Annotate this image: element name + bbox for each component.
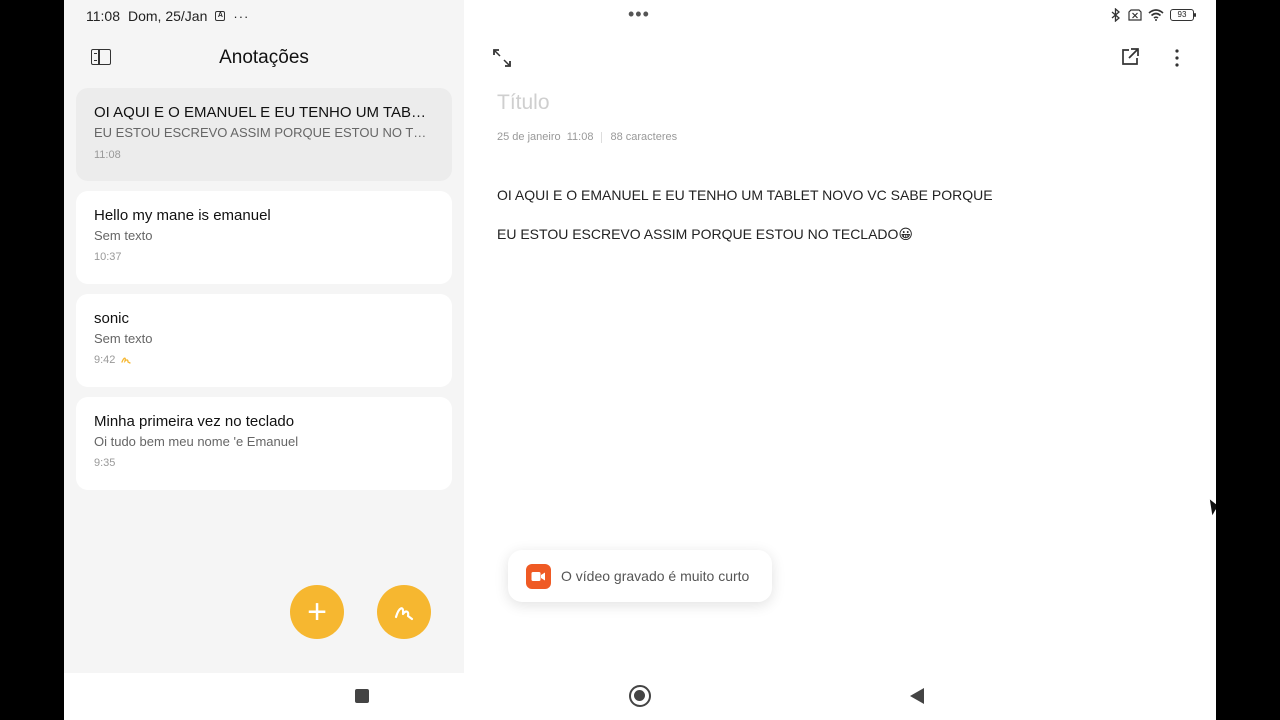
no-sim-icon — [1128, 9, 1142, 21]
note-time-text: 9:42 — [94, 354, 116, 366]
note-title: Hello my mane is emanuel — [94, 207, 271, 224]
more-vertical-icon[interactable] — [1174, 48, 1180, 68]
note-time-text: 11:08 — [566, 131, 594, 143]
note-body-line: EU ESTOU ESCREVO ASSIM PORQUE ESTOU NO T… — [497, 226, 914, 242]
status-bar-right: 93 — [1110, 8, 1196, 22]
note-meta: 25 de janeiro 11:08 88 caracteres — [497, 131, 677, 143]
recents-button[interactable] — [355, 689, 369, 703]
sidebar-header: Anotações — [64, 40, 464, 76]
meta-divider — [601, 131, 603, 143]
toast-message: O vídeo gravado é muito curto — [561, 568, 750, 584]
note-item[interactable]: OI AQUI E O EMANUEL E EU TENHO UM TABLET… — [76, 88, 452, 181]
char-count: 88 caracteres — [610, 131, 678, 143]
drawing-icon — [121, 357, 132, 364]
note-body-line: OI AQUI E O EMANUEL E EU TENHO UM TABLET… — [497, 187, 993, 203]
status-date: Dom, 25/Jan — [128, 8, 208, 24]
share-icon[interactable] — [1120, 47, 1140, 67]
note-preview: Oi tudo bem meu nome 'e Emanuel — [94, 434, 299, 449]
note-time: 9:35 — [94, 457, 434, 469]
sidebar-title: Anotações — [219, 47, 309, 68]
note-time: 11:08 — [94, 149, 434, 161]
note-preview: Sem texto — [94, 228, 153, 243]
note-preview: Sem texto — [94, 331, 153, 346]
note-time-text: 10:37 — [94, 251, 122, 263]
note-body[interactable]: OI AQUI E O EMANUEL E EU TENHO UM TABLET… — [497, 176, 993, 254]
bluetooth-icon — [1111, 8, 1120, 22]
scribble-icon — [394, 607, 414, 621]
status-bar-left: 11:08 Dom, 25/Jan A ··· — [86, 8, 249, 24]
tablet-screen: 11:08 Dom, 25/Jan A ··· Anotações OI AQU… — [64, 0, 1216, 720]
note-time: 10:37 — [94, 251, 434, 263]
note-time: 9:42 — [94, 354, 434, 366]
note-time-text: 11:08 — [94, 149, 121, 161]
draw-note-button[interactable] — [377, 585, 431, 639]
status-time: 11:08 — [86, 8, 120, 24]
mouse-cursor-icon — [1208, 497, 1216, 519]
note-title: Minha primeira vez no teclado — [94, 413, 295, 430]
note-time-text: 9:35 — [94, 457, 116, 469]
note-date: 25 de janeiro 11:08 — [497, 131, 593, 143]
notification-icon: A — [215, 11, 226, 21]
add-note-button[interactable]: + — [290, 585, 344, 639]
note-item[interactable]: Hello my mane is emanuel Sem texto 10:37 — [76, 191, 452, 284]
more-notifications-icon: ··· — [233, 8, 250, 24]
plus-icon: + — [307, 593, 327, 631]
back-button[interactable] — [910, 688, 924, 704]
note-preview: EU ESTOU ESCREVO ASSIM PORQUE ESTOU NO T… — [94, 125, 434, 140]
home-button[interactable] — [629, 685, 651, 707]
expand-icon[interactable] — [492, 48, 512, 68]
notes-sidebar: 11:08 Dom, 25/Jan A ··· Anotações OI AQU… — [64, 0, 464, 673]
note-editor: ••• 93 Título 25 de janeiro 11:08 88 car… — [464, 0, 1216, 673]
battery-icon: 93 — [1170, 9, 1196, 21]
note-item[interactable]: sonic Sem texto 9:42 — [76, 294, 452, 387]
window-handle-icon[interactable]: ••• — [628, 5, 650, 23]
note-item[interactable]: Minha primeira vez no teclado Oi tudo be… — [76, 397, 452, 490]
toast-notification: O vídeo gravado é muito curto — [508, 550, 772, 602]
video-record-icon — [526, 563, 551, 589]
system-nav-bar — [64, 673, 1216, 720]
note-date-text: 25 de janeiro — [497, 131, 561, 143]
note-title-input[interactable]: Título — [497, 91, 550, 115]
note-title: OI AQUI E O EMANUEL E EU TENHO UM TABLET… — [94, 104, 434, 121]
note-title: sonic — [94, 310, 130, 327]
wifi-icon — [1148, 9, 1164, 21]
